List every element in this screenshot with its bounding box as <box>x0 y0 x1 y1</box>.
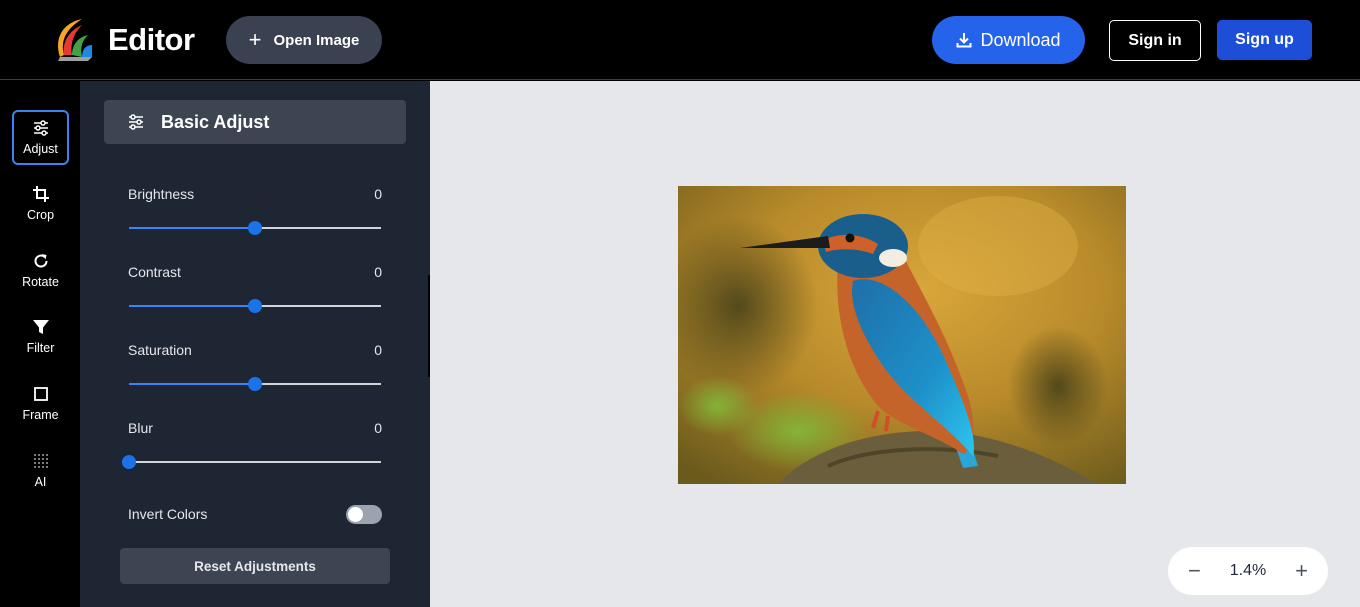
invert-colors-toggle[interactable] <box>346 505 382 524</box>
tool-label: Frame <box>22 408 59 422</box>
rotate-icon <box>34 254 48 268</box>
slider-fill <box>129 383 255 385</box>
reset-adjustments-button[interactable]: Reset Adjustments <box>120 548 390 584</box>
slider-thumb[interactable] <box>122 455 136 469</box>
zoom-level: 1.4% <box>1229 562 1267 579</box>
panel-header[interactable]: Basic Adjust <box>104 100 406 144</box>
adjust-panel: Basic Adjust Brightness 0 Contrast 0 Sat… <box>80 81 430 607</box>
download-button[interactable]: Download <box>932 16 1085 64</box>
tool-label: Adjust <box>23 142 58 156</box>
brightness-slider[interactable] <box>129 221 381 235</box>
sign-in-button[interactable]: Sign in <box>1109 20 1201 61</box>
blur-slider[interactable] <box>122 455 381 469</box>
saturation-value: 0 <box>374 342 382 358</box>
brightness-label: Brightness <box>128 186 195 202</box>
slider-thumb[interactable] <box>248 377 262 391</box>
tool-filter[interactable]: Filter <box>12 309 69 364</box>
tool-label: Filter <box>26 341 55 355</box>
tool-label: Rotate <box>22 275 59 289</box>
saturation-label: Saturation <box>128 342 192 358</box>
sliders-icon <box>129 114 143 130</box>
blur-value: 0 <box>374 420 382 436</box>
photo-kingfisher <box>678 186 1126 484</box>
download-label: Download <box>980 29 1061 50</box>
app-title: Editor <box>108 22 195 57</box>
brightness-value: 0 <box>374 186 382 202</box>
sliders-icon <box>33 120 48 136</box>
contrast-value: 0 <box>374 264 382 280</box>
frame-icon <box>33 387 48 401</box>
contrast-slider[interactable] <box>129 299 381 313</box>
zoom-out-button[interactable]: − <box>1188 560 1201 582</box>
tool-rail: Adjust Crop Rotate Filter Frame AI <box>0 81 80 607</box>
filter-icon <box>32 320 49 334</box>
toggle-knob <box>348 507 363 522</box>
tool-frame[interactable]: Frame <box>12 376 69 431</box>
dots-grid-icon <box>33 454 48 468</box>
zoom-in-button[interactable]: + <box>1295 560 1308 582</box>
zoom-control: − 1.4% + <box>1168 547 1328 595</box>
image-canvas[interactable]: − 1.4% + <box>430 81 1360 607</box>
contrast-label: Contrast <box>128 264 181 280</box>
slider-fill <box>129 227 255 229</box>
blur-label: Blur <box>128 420 153 436</box>
tool-ai[interactable]: AI <box>12 443 69 498</box>
slider-thumb[interactable] <box>248 299 262 313</box>
app-logo-icon <box>58 19 92 61</box>
invert-colors-label: Invert Colors <box>128 506 208 522</box>
plus-icon: + <box>248 27 262 52</box>
saturation-slider[interactable] <box>129 377 381 391</box>
top-bar: Editor + Open Image Download Sign in Sig… <box>0 0 1360 80</box>
open-image-button[interactable]: + Open Image <box>226 16 382 64</box>
tool-crop[interactable]: Crop <box>12 176 69 231</box>
slider-fill <box>129 305 255 307</box>
open-image-label: Open Image <box>273 31 360 49</box>
tool-label: Crop <box>26 208 55 222</box>
tool-label: AI <box>34 475 47 489</box>
crop-icon <box>32 186 49 202</box>
tool-adjust[interactable]: Adjust <box>12 110 69 165</box>
tool-rotate[interactable]: Rotate <box>12 243 69 298</box>
slider-thumb[interactable] <box>248 221 262 235</box>
download-icon <box>956 33 972 48</box>
sign-up-button[interactable]: Sign up <box>1217 20 1312 60</box>
panel-title: Basic Adjust <box>161 111 270 132</box>
